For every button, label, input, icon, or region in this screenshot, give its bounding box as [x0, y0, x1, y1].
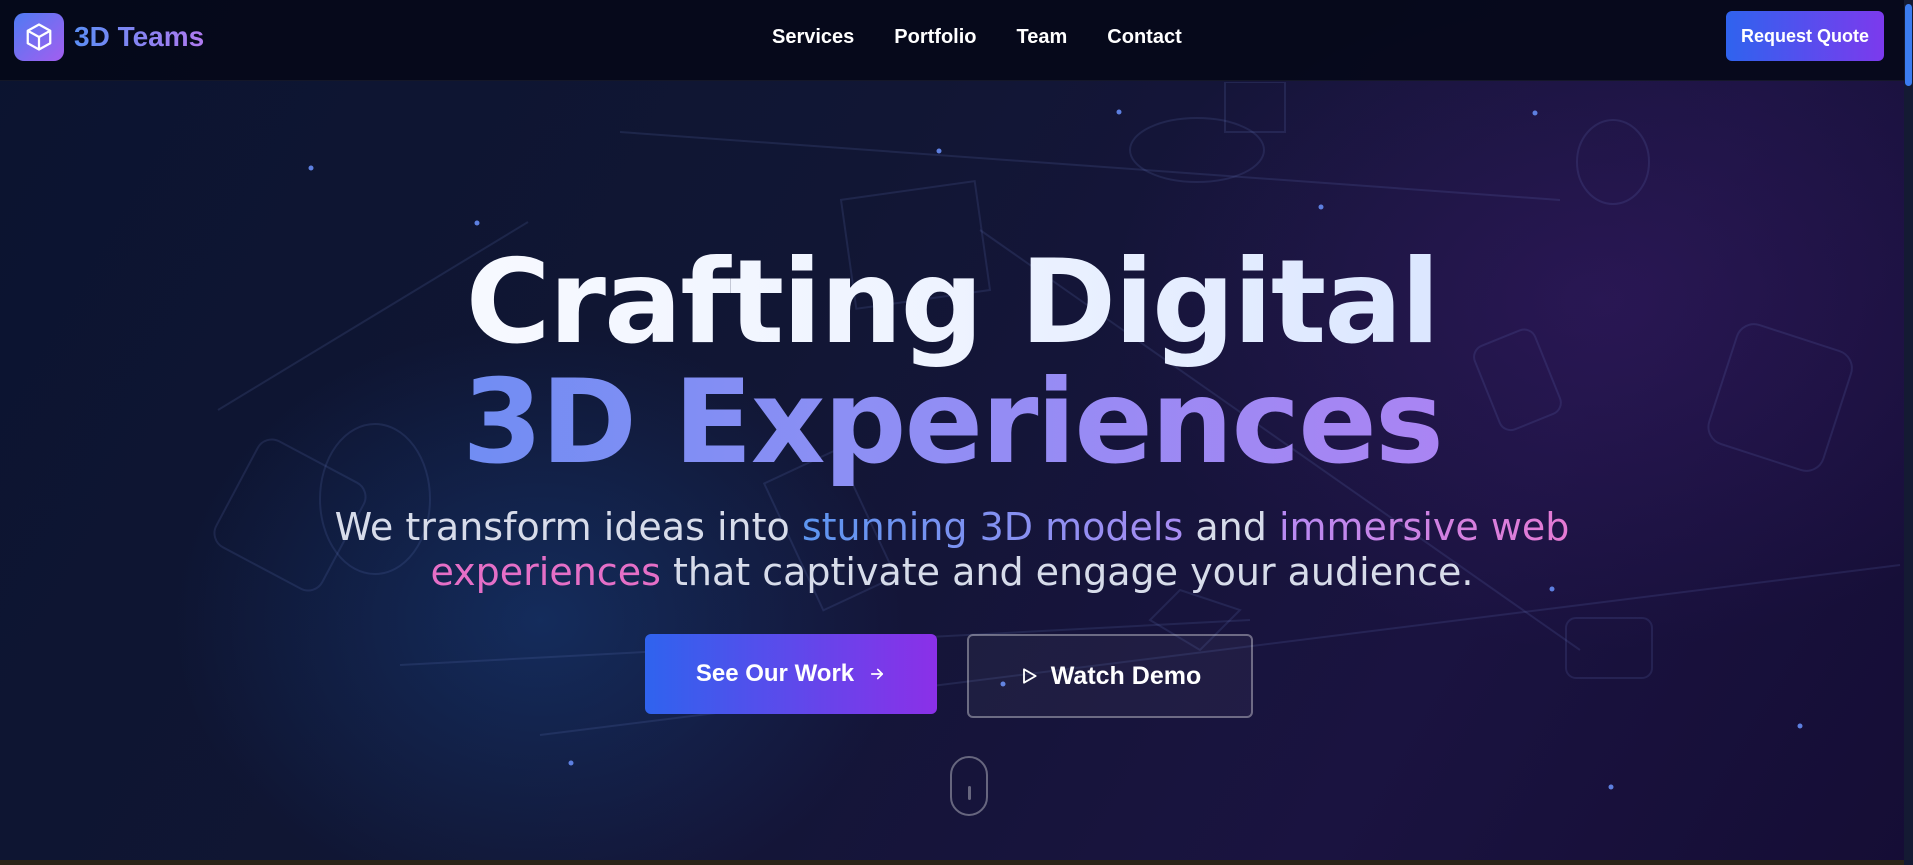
scrollbar-thumb[interactable]	[1905, 4, 1912, 86]
subtitle-highlight-2: immersive web	[1278, 505, 1570, 549]
nav-links: Services Portfolio Team Contact	[772, 26, 1222, 49]
watch-demo-button[interactable]: Watch Demo	[967, 634, 1253, 718]
hero-title-line1: Crafting Digital	[0, 238, 1904, 368]
subtitle-text-3: that captivate and engage your audience.	[660, 550, 1474, 594]
nav-link-services[interactable]: Services	[772, 26, 854, 49]
request-quote-button[interactable]: Request Quote	[1726, 11, 1884, 61]
nav-link-team[interactable]: Team	[1017, 26, 1068, 49]
hero-title-line2: 3D Experiences	[0, 358, 1904, 488]
page: 3D Teams Services Portfolio Team Contact…	[0, 0, 1913, 865]
watch-demo-label: Watch Demo	[1050, 661, 1202, 690]
see-our-work-button[interactable]: See Our Work	[645, 634, 937, 714]
subtitle-highlight-3: experiences	[430, 550, 661, 594]
logo-text[interactable]: 3D Teams	[74, 21, 204, 53]
subtitle-text-2: and	[1183, 505, 1279, 549]
hero-subtitle: We transform ideas into stunning 3D mode…	[0, 505, 1904, 595]
navbar: 3D Teams Services Portfolio Team Contact…	[0, 0, 1904, 81]
mouse-scroll-icon[interactable]	[950, 756, 988, 816]
cube-icon	[26, 23, 52, 51]
nav-link-portfolio[interactable]: Portfolio	[894, 26, 976, 49]
subtitle-highlight-1: stunning 3D models	[801, 505, 1184, 549]
logo[interactable]	[14, 13, 64, 61]
nav-link-contact[interactable]: Contact	[1107, 26, 1181, 49]
scrollbar[interactable]	[1904, 0, 1913, 865]
arrow-right-icon	[871, 668, 884, 680]
bottom-edge	[0, 860, 1904, 865]
see-our-work-label: See Our Work	[695, 660, 855, 687]
play-icon	[1022, 668, 1037, 684]
subtitle-text-1: We transform ideas into	[334, 505, 802, 549]
